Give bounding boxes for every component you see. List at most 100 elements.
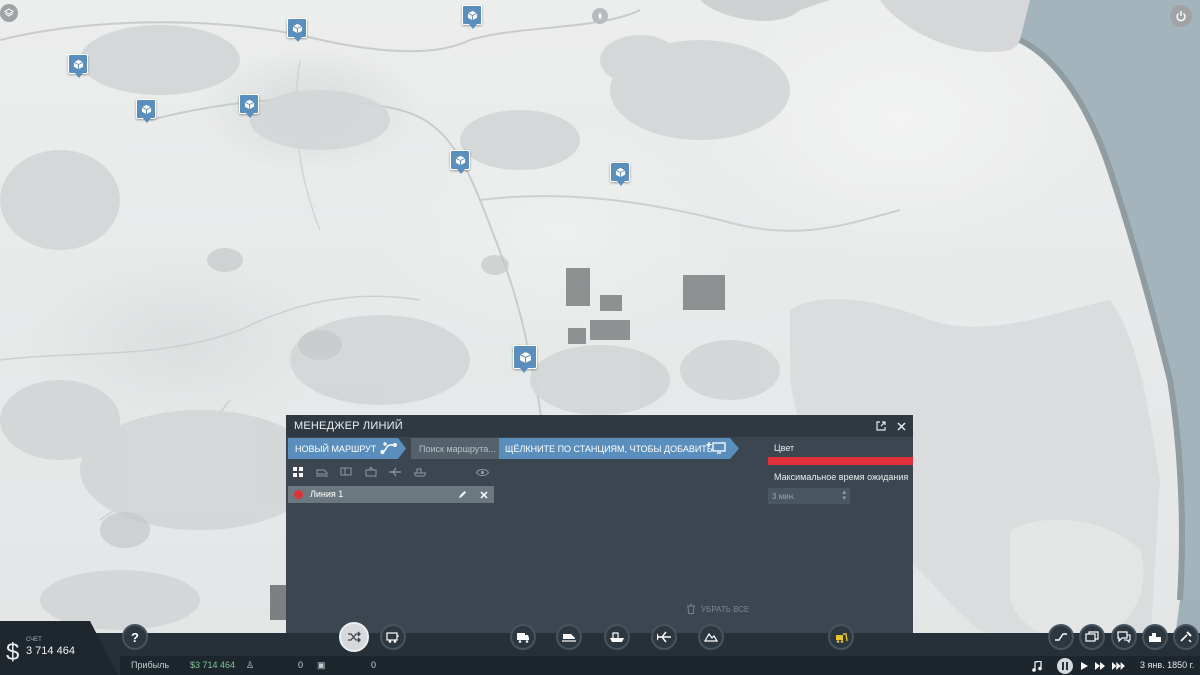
compass-button[interactable]: [592, 8, 608, 24]
color-label: Цвет: [774, 443, 795, 453]
ship-icon: [610, 632, 624, 642]
fastest-forward-button[interactable]: [1111, 659, 1125, 673]
account-value: 3 714 464: [26, 645, 75, 657]
filter-bus-button[interactable]: [339, 465, 353, 479]
cargo-box-icon: [292, 23, 302, 33]
music-button[interactable]: [1030, 659, 1044, 673]
cargo-station-marker[interactable]: [287, 18, 307, 42]
messages-button[interactable]: [1111, 624, 1137, 650]
cargo-station-marker[interactable]: [68, 54, 88, 78]
cargo-station-marker[interactable]: [239, 94, 259, 118]
lines-button[interactable]: [339, 622, 369, 652]
cargo-station-marker[interactable]: [462, 5, 482, 29]
max-wait-label: Максимальное время ожидания: [774, 472, 909, 482]
route-add-icon: [380, 442, 397, 454]
bus-icon: [340, 467, 352, 476]
cargo-box-icon: [73, 59, 83, 69]
power-button[interactable]: [1170, 5, 1192, 27]
play-icon: [1080, 662, 1088, 670]
layers-button[interactable]: [0, 4, 18, 22]
visibility-toggle[interactable]: [475, 465, 489, 479]
map-lot: [566, 268, 590, 306]
pause-button[interactable]: [1057, 658, 1073, 674]
pencil-icon: [459, 491, 466, 498]
filter-train-button[interactable]: [315, 465, 329, 479]
tram-icon: [365, 467, 377, 477]
clear-all-label: УБРАТЬ ВСЕ: [701, 604, 750, 614]
route-search-input[interactable]: Поиск маршрута...: [411, 438, 499, 459]
filter-all-button[interactable]: [291, 465, 305, 479]
plane-icon: [657, 631, 671, 643]
cargo-box-icon: [519, 351, 531, 363]
dollar-icon: $: [6, 639, 20, 666]
bulldoze-button[interactable]: [828, 624, 854, 650]
plane-button[interactable]: [651, 624, 677, 650]
eye-icon: [475, 468, 489, 476]
settings-button[interactable]: [1173, 624, 1199, 650]
cargo-icon: ▣: [317, 660, 326, 670]
popout-icon: [876, 421, 886, 431]
delete-line-button[interactable]: [477, 488, 490, 501]
all-icon: [293, 467, 303, 477]
clear-all-button[interactable]: УБРАТЬ ВСЕ: [687, 604, 749, 614]
trash-icon: [687, 604, 695, 614]
fast-forward-button[interactable]: [1093, 659, 1107, 673]
fastest-forward-icon: [1111, 662, 1125, 670]
passenger-icon: ♙: [246, 660, 255, 670]
edit-line-button[interactable]: [456, 488, 469, 501]
game-date: 3 янв. 1850 г.: [1140, 660, 1195, 670]
cargo-overview-button[interactable]: [1079, 624, 1105, 650]
cargo-count: 0: [371, 660, 377, 670]
line-properties: Цвет Максимальное время ожидания 3 мин. …: [768, 437, 913, 537]
cargo-box-icon: [455, 155, 465, 165]
map-lot: [600, 295, 622, 311]
close-icon: [896, 421, 906, 431]
line-overview-button[interactable]: [1048, 624, 1074, 650]
map-lot: [590, 320, 630, 340]
cargo-icon: [1085, 631, 1099, 642]
plane-icon: [389, 467, 401, 477]
max-wait-stepper[interactable]: 3 мин. ▴ ▾: [768, 488, 850, 504]
terrain-button[interactable]: [698, 624, 724, 650]
map-lot: [568, 328, 586, 344]
new-route-button[interactable]: НОВЫЙ МАРШРУТ: [288, 438, 406, 459]
cargo-station-marker[interactable]: [136, 99, 156, 123]
chat-icon: [1117, 631, 1131, 644]
cargo-station-marker[interactable]: [513, 345, 537, 373]
compass-icon: [598, 12, 602, 20]
train-button[interactable]: [556, 624, 582, 650]
vehicle-manager-button[interactable]: [380, 624, 406, 650]
help-button[interactable]: ?: [122, 624, 148, 650]
pause-icon: [1062, 662, 1068, 670]
max-wait-value: 3 мин.: [772, 492, 796, 501]
bulldoze-icon: [836, 633, 848, 643]
ship-icon: [414, 468, 426, 477]
town-icon: [1149, 633, 1161, 642]
ship-button[interactable]: [604, 624, 630, 650]
play-button[interactable]: [1077, 659, 1091, 673]
cargo-station-marker[interactable]: [450, 150, 470, 174]
help-icon: ?: [131, 629, 139, 645]
filter-plane-button[interactable]: [388, 465, 402, 479]
fast-forward-icon: [1094, 662, 1105, 670]
filter-tram-button[interactable]: [364, 465, 378, 479]
passenger-count: 0: [298, 660, 304, 670]
lines-icon: [348, 631, 361, 643]
profit-value: $3 714 464: [190, 660, 236, 670]
towns-button[interactable]: [1142, 624, 1168, 650]
cargo-station-marker[interactable]: [610, 162, 630, 186]
settings-icon: [1180, 631, 1192, 643]
panel-header: МЕНЕДЖЕР ЛИНИЙ: [286, 415, 913, 437]
stepper-arrows-icon: ▴ ▾: [842, 489, 846, 502]
filter-ship-button[interactable]: [413, 465, 427, 479]
close-button[interactable]: [893, 418, 909, 434]
popout-button[interactable]: [873, 418, 889, 434]
cargo-box-icon: [141, 104, 151, 114]
route-search-placeholder: Поиск маршрута...: [419, 443, 496, 454]
line-icon: [1055, 633, 1067, 641]
line-color-picker[interactable]: [768, 457, 913, 465]
add-station-icon: [706, 442, 726, 454]
line-list-item[interactable]: Линия 1: [288, 486, 494, 503]
train-icon: [316, 469, 328, 477]
road-vehicle-button[interactable]: [510, 624, 536, 650]
